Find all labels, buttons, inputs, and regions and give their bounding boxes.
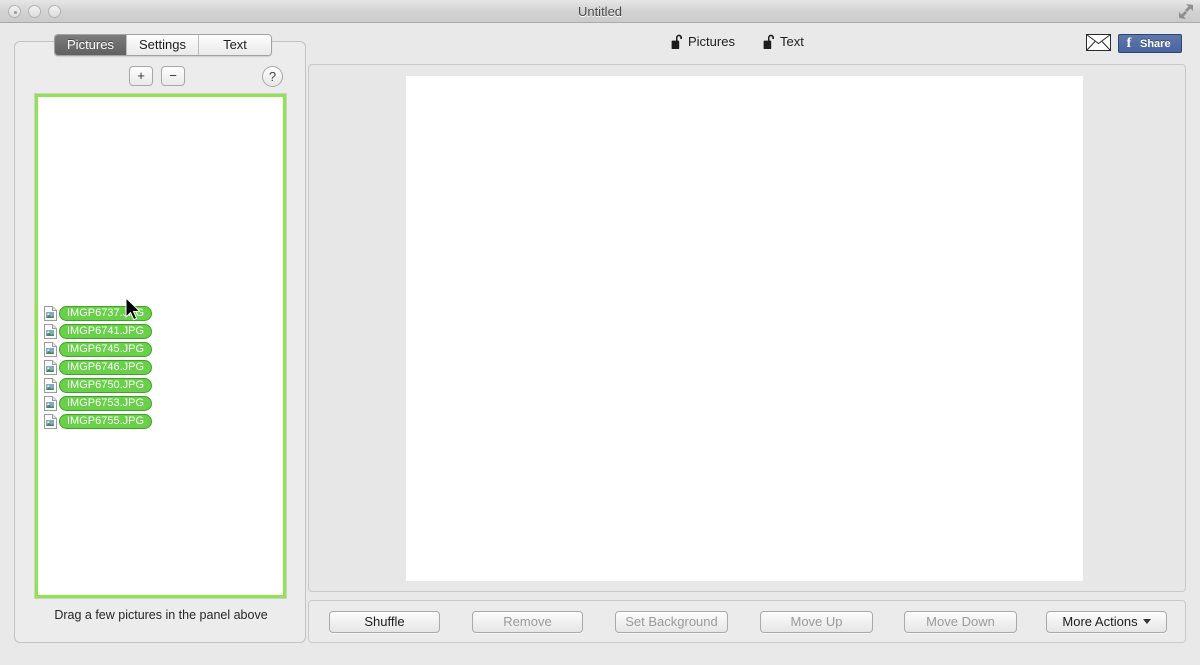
image-file-icon xyxy=(44,395,57,411)
picture-drop-zone[interactable]: IMGP6737.JPG IMGP6741.JPG IMGP6745.JPG I… xyxy=(35,94,286,598)
move-up-button[interactable]: Move Up xyxy=(760,611,873,633)
unlocked-padlock-icon xyxy=(763,33,778,50)
window-title: Untitled xyxy=(577,4,623,19)
list-item[interactable]: IMGP6746.JPG xyxy=(44,358,153,376)
image-file-icon xyxy=(44,341,57,357)
lock-label-text: Text xyxy=(780,34,804,49)
file-name-pill: IMGP6741.JPG xyxy=(59,323,153,339)
image-file-icon xyxy=(44,305,57,321)
tab-settings[interactable]: Settings xyxy=(127,35,199,55)
resize-corner-icon[interactable] xyxy=(1177,3,1195,20)
set-background-button[interactable]: Set Background xyxy=(615,611,728,633)
tab-pictures[interactable]: Pictures xyxy=(55,35,127,55)
drag-hint-text: Drag a few pictures in the panel above xyxy=(54,608,268,622)
sidebar-tabbar: Pictures Settings Text xyxy=(54,34,272,56)
file-name-pill: IMGP6737.JPG xyxy=(59,305,153,321)
remove-button[interactable]: Remove xyxy=(472,611,583,633)
sidebar-panel: Pictures Settings Text + − ? IMGP6737.JP… xyxy=(14,34,306,643)
list-item[interactable]: IMGP6755.JPG xyxy=(44,412,153,430)
list-item[interactable]: IMGP6737.JPG xyxy=(44,304,153,322)
help-button[interactable]: ? xyxy=(262,66,283,87)
image-file-icon xyxy=(44,413,57,429)
image-file-icon xyxy=(44,377,57,393)
add-remove-group: + − xyxy=(129,66,185,86)
file-name-pill: IMGP6755.JPG xyxy=(59,413,153,429)
lock-label-pictures: Pictures xyxy=(688,34,735,49)
list-item[interactable]: IMGP6745.JPG xyxy=(44,340,153,358)
unlocked-padlock-icon xyxy=(671,33,686,50)
facebook-share-button[interactable]: f Share xyxy=(1118,34,1182,53)
lock-toggle-pictures[interactable]: Pictures xyxy=(671,33,735,50)
file-name-pill: IMGP6746.JPG xyxy=(59,359,153,375)
picture-file-list: IMGP6737.JPG IMGP6741.JPG IMGP6745.JPG I… xyxy=(44,304,153,430)
list-item[interactable]: IMGP6741.JPG xyxy=(44,322,153,340)
list-item[interactable]: IMGP6753.JPG xyxy=(44,394,153,412)
add-picture-button[interactable]: + xyxy=(129,66,153,86)
tab-text[interactable]: Text xyxy=(199,35,271,55)
remove-picture-button[interactable]: − xyxy=(161,66,185,86)
more-actions-button[interactable]: More Actions xyxy=(1046,611,1167,633)
chevron-down-icon xyxy=(1142,619,1151,624)
shuffle-button[interactable]: Shuffle xyxy=(329,611,440,633)
facebook-logo-icon: f xyxy=(1126,36,1132,51)
list-item[interactable]: IMGP6750.JPG xyxy=(44,376,153,394)
envelope-icon[interactable] xyxy=(1086,34,1111,51)
file-name-pill: IMGP6750.JPG xyxy=(59,377,153,393)
file-name-pill: IMGP6753.JPG xyxy=(59,395,153,411)
more-actions-label: More Actions xyxy=(1062,614,1138,629)
facebook-share-label: Share xyxy=(1140,37,1171,50)
file-name-pill: IMGP6745.JPG xyxy=(59,341,153,357)
lock-toggle-text[interactable]: Text xyxy=(763,33,804,50)
window-titlebar: Untitled xyxy=(0,0,1200,23)
action-toolbar: Shuffle Remove Set Background Move Up Mo… xyxy=(308,600,1186,643)
move-down-button[interactable]: Move Down xyxy=(904,611,1017,633)
image-file-icon xyxy=(44,359,57,375)
preview-canvas[interactable] xyxy=(406,76,1083,581)
image-file-icon xyxy=(44,323,57,339)
preview-panel xyxy=(308,64,1186,592)
